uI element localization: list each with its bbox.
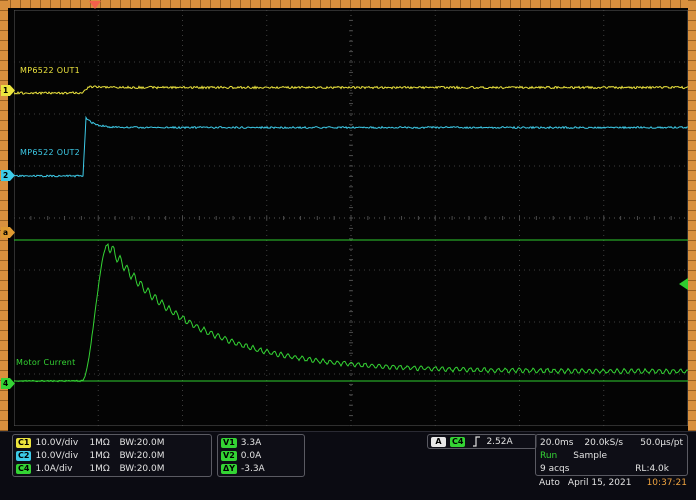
bezel-right	[688, 0, 696, 431]
bezel-top	[0, 0, 696, 8]
trigger-source-badge: C4	[450, 437, 465, 447]
ch4-impedance: 1MΩ	[89, 464, 119, 474]
ch4-settings-row[interactable]: C4 1.0A/div 1MΩ BW:20.0M	[16, 462, 208, 475]
sample-rate: 20.0kS/s	[584, 438, 623, 448]
ch4-bandwidth: BW:20.0M	[119, 464, 164, 474]
ch2-badge[interactable]: C2	[16, 451, 31, 461]
time-label: 10:37:21	[647, 478, 687, 488]
edge-trigger-icon	[472, 436, 481, 447]
graticule-area: MP6522 OUT1 MP6522 OUT2 Motor Current	[8, 8, 688, 431]
trigger-mode-badge: A	[431, 437, 446, 447]
trigger-mode-label: Auto	[539, 478, 560, 488]
run-state: Run	[540, 451, 557, 461]
date-label: April 15, 2021	[568, 478, 632, 488]
oscilloscope-screen: MP6522 OUT1 MP6522 OUT2 Motor Current 1 …	[0, 0, 696, 500]
ch1-impedance: 1MΩ	[89, 438, 119, 448]
timebase-row: 20.0ms 20.0kS/s 50.0μs/pt	[540, 436, 683, 449]
cursor-dy-value: -3.3A	[241, 464, 265, 474]
ch1-badge[interactable]: C1	[16, 438, 31, 448]
cursor-dy-badge: ΔY	[221, 464, 237, 474]
cursor-v1-row: V1 3.3A	[221, 436, 301, 449]
cursor-v2-badge: V2	[221, 451, 237, 461]
acquisition-mode: Sample	[573, 451, 607, 461]
ch2-bandwidth: BW:20.0M	[119, 451, 164, 461]
cursor-v1-badge: V1	[221, 438, 237, 448]
status-bar: C1 10.0V/div 1MΩ BW:20.0M C2 10.0V/div 1…	[0, 431, 696, 500]
ch1-bandwidth: BW:20.0M	[119, 438, 164, 448]
ch4-scale: 1.0A/div	[35, 464, 89, 474]
bezel-left	[0, 0, 8, 431]
ch1-trace-label: MP6522 OUT1	[20, 66, 80, 75]
channel-settings-box[interactable]: C1 10.0V/div 1MΩ BW:20.0M C2 10.0V/div 1…	[12, 434, 212, 477]
cursor-v1-value: 3.3A	[241, 438, 261, 448]
ch2-scale: 10.0V/div	[35, 451, 89, 461]
cursor-dy-row: ΔY -3.3A	[221, 462, 301, 475]
waveform-display	[14, 10, 688, 426]
acquisition-count: 9 acqs	[540, 464, 569, 474]
record-length: RL:4.0k	[635, 464, 669, 474]
datetime-row: Auto April 15, 2021 10:37:21	[539, 478, 687, 488]
sample-resolution: 50.0μs/pt	[640, 438, 683, 448]
run-state-row: Run Sample	[540, 449, 683, 462]
trigger-readout-box[interactable]: A C4 2.52A	[427, 434, 537, 449]
horizontal-acquisition-box[interactable]: 20.0ms 20.0kS/s 50.0μs/pt Run Sample 9 a…	[535, 434, 688, 476]
trigger-position-marker[interactable]	[89, 1, 101, 9]
trigger-level-value: 2.52A	[486, 437, 512, 447]
cursor-readout-box[interactable]: V1 3.3A V2 0.0A ΔY -3.3A	[217, 434, 305, 477]
ch2-trace-label: MP6522 OUT2	[20, 148, 80, 157]
ch4-badge[interactable]: C4	[16, 464, 31, 474]
cursor-v2-value: 0.0A	[241, 451, 261, 461]
trigger-level-arrow[interactable]	[679, 278, 688, 290]
ch4-trace-label: Motor Current	[16, 358, 76, 367]
timebase-value: 20.0ms	[540, 438, 574, 448]
cursor-v2-row: V2 0.0A	[221, 449, 301, 462]
ch1-scale: 10.0V/div	[35, 438, 89, 448]
acq-count-row: 9 acqs RL:4.0k	[540, 462, 683, 475]
ch1-settings-row[interactable]: C1 10.0V/div 1MΩ BW:20.0M	[16, 436, 208, 449]
ch2-impedance: 1MΩ	[89, 451, 119, 461]
ch2-settings-row[interactable]: C2 10.0V/div 1MΩ BW:20.0M	[16, 449, 208, 462]
